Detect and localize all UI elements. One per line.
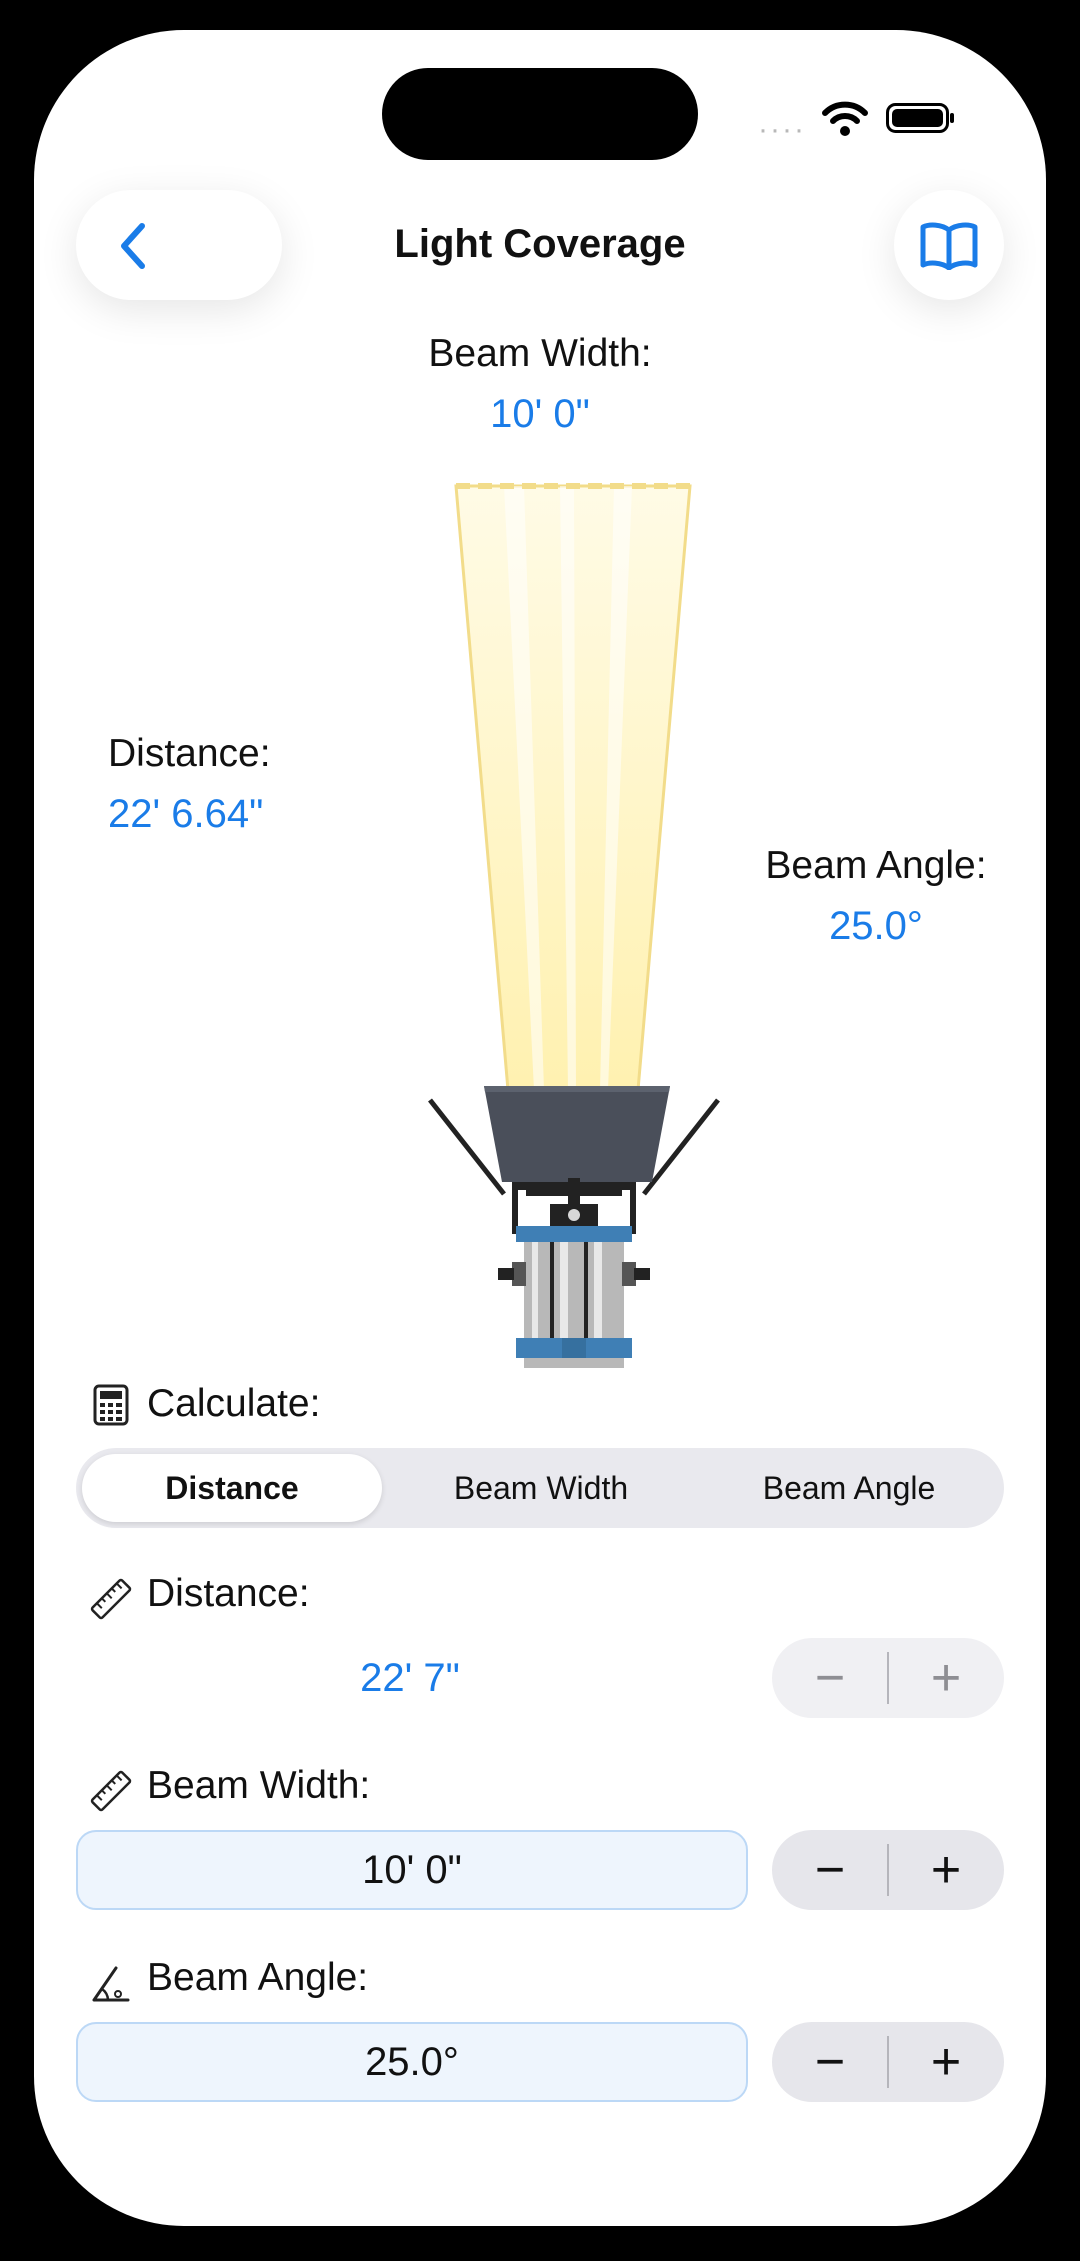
beam-angle-label: Beam Angle: — [147, 1956, 369, 1999]
beam-width-stepper: − + — [772, 1830, 1004, 1910]
calculate-label: Calculate: — [147, 1382, 321, 1425]
calculator-icon — [93, 1384, 129, 1426]
diagram-beam-width-label: Beam Width: — [428, 332, 652, 375]
angle-icon — [92, 1966, 130, 2002]
distance-label: Distance: — [147, 1572, 310, 1615]
distance-increment-button[interactable]: + — [888, 1638, 1004, 1718]
beam-width-field[interactable]: 10' 0" — [76, 1830, 748, 1910]
ruler-icon — [90, 1770, 132, 1812]
light-fixture — [428, 1086, 720, 1368]
segment-beam-angle[interactable]: Beam Angle — [700, 1454, 998, 1522]
dynamic-island — [382, 68, 698, 160]
wifi-icon — [822, 101, 868, 136]
beam-width-decrement-button[interactable]: − — [772, 1830, 888, 1910]
beam-width-label: Beam Width: — [147, 1764, 371, 1807]
segment-distance[interactable]: Distance — [82, 1454, 382, 1522]
beam-width-increment-button[interactable]: + — [888, 1830, 1004, 1910]
app-screen: ···· Light Coverage Beam Width: 10' 0" D… — [34, 30, 1046, 2226]
book-icon — [920, 222, 978, 270]
segment-beam-width[interactable]: Beam Width — [388, 1454, 694, 1522]
distance-stepper: − + — [772, 1638, 1004, 1718]
beam-angle-decrement-button[interactable]: − — [772, 2022, 888, 2102]
distance-decrement-button[interactable]: − — [772, 1638, 888, 1718]
distance-result-value: 22' 7" — [360, 1656, 460, 1700]
light-beam — [454, 483, 692, 1092]
diagram-beam-width-value: 10' 0" — [490, 392, 590, 436]
diagram-beam-angle-value: 25.0° — [829, 904, 923, 948]
calculate-segmented-control: Distance Beam Width Beam Angle — [76, 1448, 1004, 1528]
diagram-distance-value: 22' 6.64" — [108, 792, 264, 836]
help-button[interactable] — [894, 190, 1004, 300]
diagram-beam-angle-label: Beam Angle: — [765, 844, 987, 887]
beam-angle-stepper: − + — [772, 2022, 1004, 2102]
diagram-distance-label: Distance: — [108, 732, 271, 775]
cellular-signal-icon: ···· — [758, 113, 806, 146]
beam-angle-increment-button[interactable]: + — [888, 2022, 1004, 2102]
battery-icon — [886, 103, 954, 133]
light-beam-diagram — [428, 483, 720, 1368]
ruler-icon — [90, 1578, 132, 1620]
beam-angle-field[interactable]: 25.0° — [76, 2022, 748, 2102]
